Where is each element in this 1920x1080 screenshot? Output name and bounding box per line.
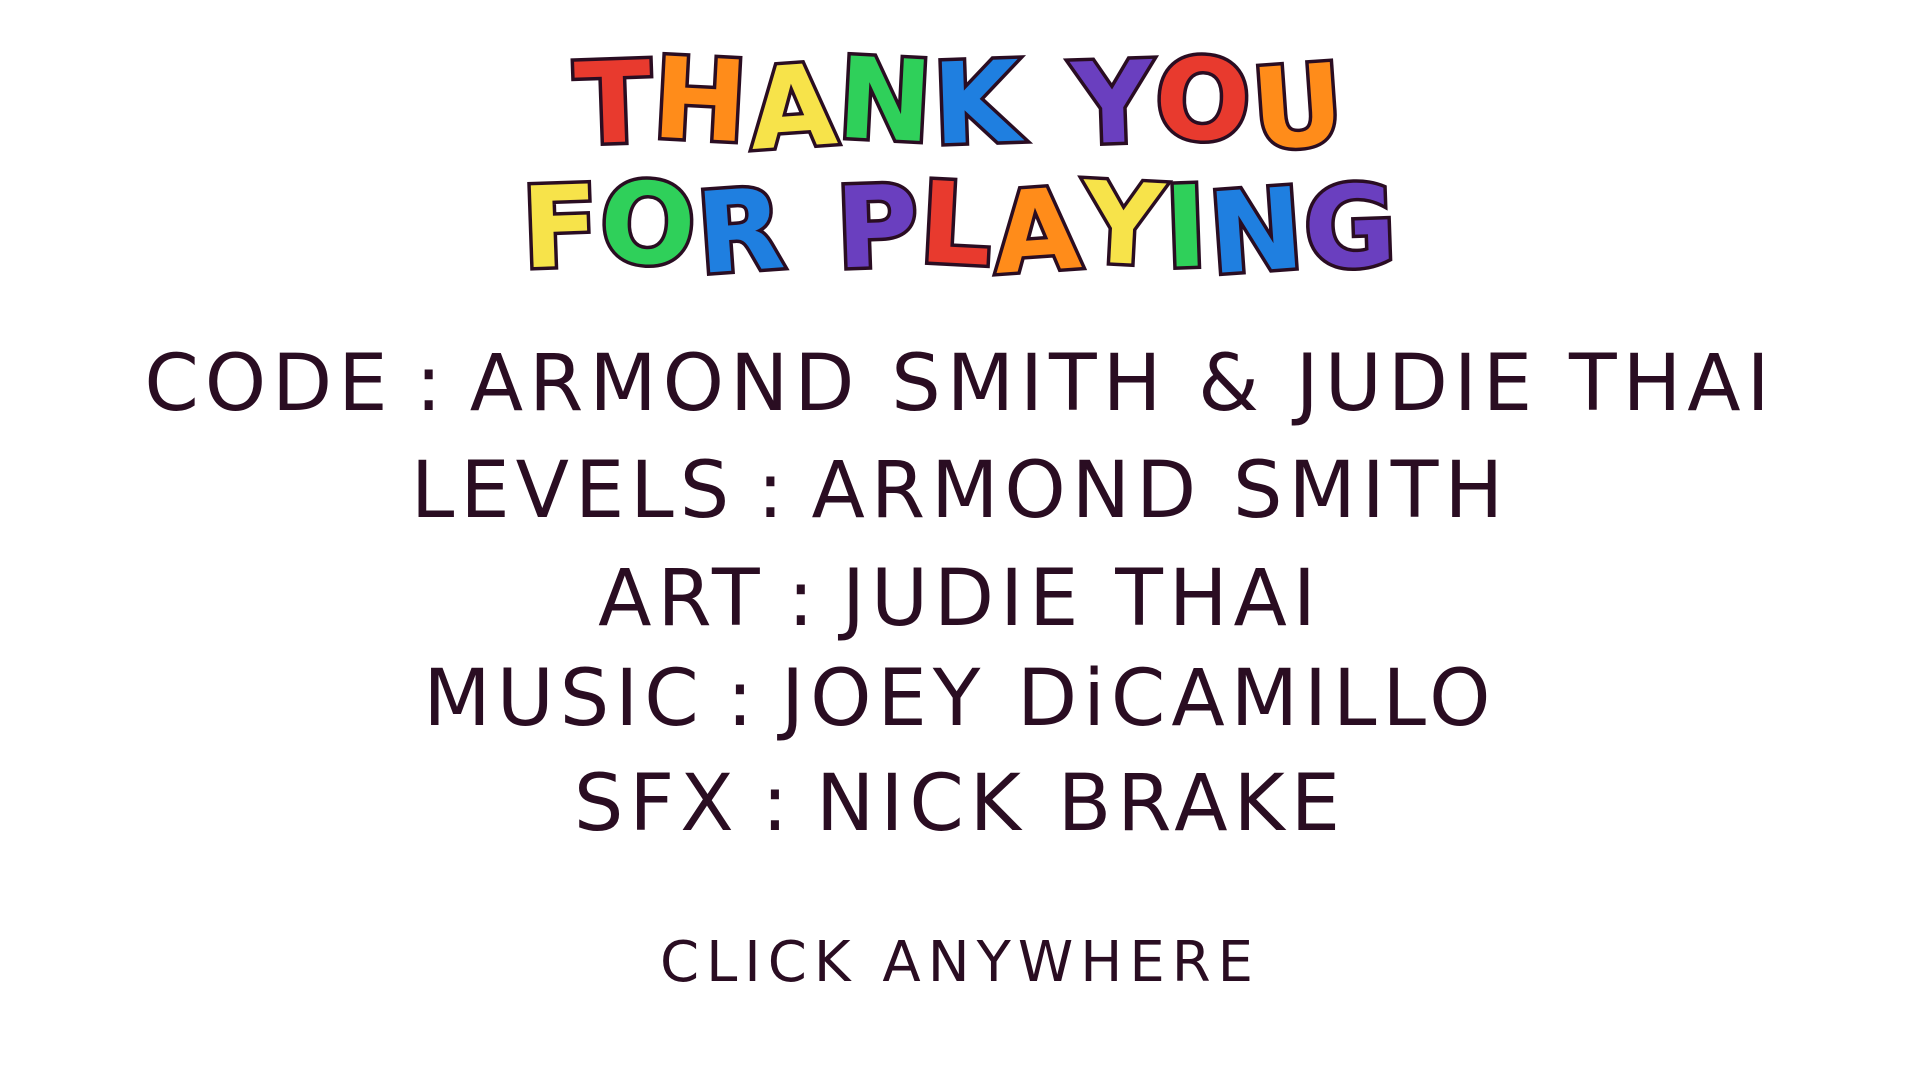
credit-music: MUSIC: JOEY DiCAMILLO	[0, 660, 1920, 738]
title-word-you: YOU	[1066, 30, 1353, 180]
title-letter: L	[913, 155, 1000, 296]
credit-code-sep: :	[415, 339, 448, 429]
title-letter: N	[1201, 160, 1313, 303]
credit-music-label: MUSIC	[423, 654, 705, 744]
title-letter: R	[690, 161, 794, 304]
title-letter: A	[986, 161, 1091, 304]
title-letter: A	[741, 37, 846, 180]
title-letter: T	[569, 34, 659, 174]
title-letter: K	[927, 34, 1027, 174]
credit-sfx: SFX: NICK BRAKE	[0, 765, 1920, 843]
title-word-for: FOR	[516, 154, 794, 303]
credit-sfx-value: NICK BRAKE	[815, 759, 1347, 849]
credit-levels-value: ARMOND SMITH	[811, 446, 1510, 536]
title-for-playing: FOR PLAYING	[0, 154, 1920, 304]
title-letter: U	[1245, 36, 1354, 179]
credit-code-value: ARMOND SMITH & JUDIE THAI	[469, 339, 1776, 429]
title-letter: H	[646, 30, 755, 172]
title-word-thank: THANK	[569, 30, 1028, 180]
title-letter: G	[1299, 158, 1404, 298]
credit-sfx-label: SFX	[573, 759, 740, 849]
credit-sfx-sep: :	[761, 759, 794, 849]
credit-levels-label: LEVELS	[410, 446, 736, 536]
credit-levels: LEVELS: ARMOND SMITH	[0, 452, 1920, 530]
credit-art: ART: JUDIE THAI	[0, 560, 1920, 638]
click-anywhere-prompt[interactable]: CLICK ANYWHERE	[0, 935, 1920, 991]
credit-music-value: JOEY DiCAMILLO	[781, 654, 1497, 744]
credit-music-sep: :	[726, 654, 760, 744]
credit-art-label: ART	[598, 554, 766, 644]
credit-code-label: CODE	[144, 339, 394, 429]
title-letter: F	[516, 158, 606, 298]
title-word-playing: PLAYING	[830, 154, 1404, 304]
title-thank-you: THANK YOU	[0, 30, 1920, 180]
credit-art-sep: :	[787, 554, 820, 644]
credit-code: CODE: ARMOND SMITH & JUDIE THAI	[0, 345, 1920, 423]
title-letter: Y	[1066, 34, 1161, 174]
title-letter: O	[1148, 30, 1259, 172]
title-letter: P	[830, 158, 926, 298]
credit-art-value: JUDIE THAI	[841, 554, 1322, 644]
title-letter: N	[831, 30, 940, 172]
title-letter: Y	[1075, 154, 1172, 295]
title-letter: O	[594, 154, 705, 296]
end-credits-screen[interactable]: THANK YOU FOR PLAYING CODE: ARMOND SMITH & …	[0, 0, 1920, 1080]
credit-levels-sep: :	[757, 446, 790, 536]
title-letter: I	[1159, 159, 1214, 297]
